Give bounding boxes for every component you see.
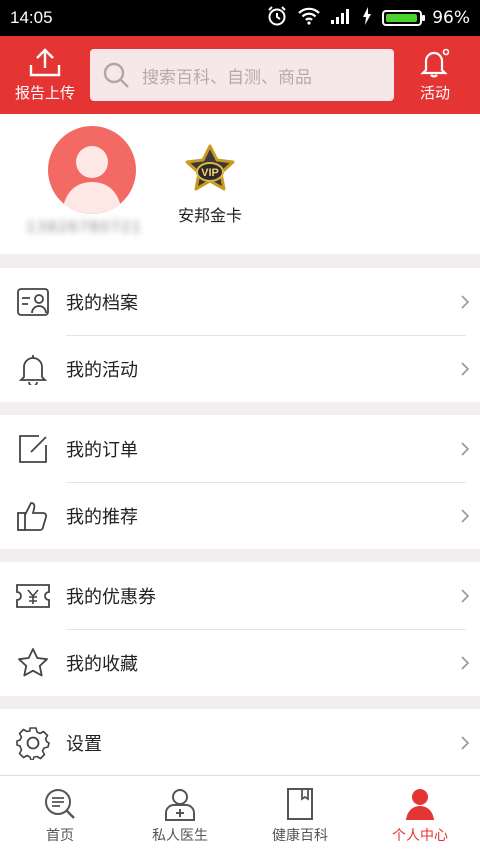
search-input[interactable]: 搜索百科、自测、商品 <box>90 49 394 101</box>
menu-group-settings: 设置 <box>0 709 480 776</box>
chevron-right-icon <box>450 655 480 671</box>
menu-item-my-orders[interactable]: 我的订单 <box>0 415 480 482</box>
search-placeholder: 搜索百科、自测、商品 <box>142 67 312 88</box>
profile-card: 13826780721 VIP 安邦金卡 <box>0 114 480 254</box>
doctor-icon <box>165 789 195 821</box>
search-list-icon <box>45 789 75 819</box>
status-bar: 14:05 96% <box>0 0 480 36</box>
profile-card-icon <box>0 287 66 317</box>
menu-item-my-coupons[interactable]: 我的优惠券 <box>0 562 480 629</box>
bell-dot-icon <box>420 48 450 77</box>
menu-item-label: 我的订单 <box>66 439 138 461</box>
activity-button[interactable]: 活动 <box>394 36 476 114</box>
menu-item-my-activities[interactable]: 我的活动 <box>0 335 480 402</box>
activity-label: 活动 <box>419 83 450 102</box>
battery-icon <box>382 10 426 26</box>
battery-fill <box>386 14 417 22</box>
bell-icon <box>0 353 66 385</box>
battery-percent: 96% <box>432 8 470 28</box>
menu-group-profile: 我的档案 我的活动 <box>0 268 480 402</box>
user-avatar-icon <box>62 146 122 214</box>
edit-order-icon <box>0 433 66 465</box>
avatar[interactable] <box>48 126 136 214</box>
charging-icon <box>362 6 372 30</box>
tab-label: 健康百科 <box>272 828 328 844</box>
person-icon <box>406 789 434 820</box>
tab-home[interactable]: 首页 <box>0 776 120 856</box>
menu-item-label: 设置 <box>66 733 102 755</box>
menu-item-label: 我的档案 <box>66 292 138 314</box>
app-header: 报告上传 搜索百科、自测、商品 活动 <box>0 36 480 114</box>
alarm-icon <box>266 5 288 32</box>
chevron-right-icon <box>450 588 480 604</box>
tab-health-wiki[interactable]: 健康百科 <box>240 776 360 856</box>
user-phone: 13826780721 <box>26 218 142 236</box>
thumbs-up-icon <box>0 500 66 532</box>
star-icon <box>0 647 66 679</box>
menu-item-label: 我的优惠券 <box>66 586 156 608</box>
menu-item-settings[interactable]: 设置 <box>0 709 480 776</box>
menu-item-label: 我的活动 <box>66 359 138 381</box>
menu-group-orders: 我的订单 我的推荐 <box>0 415 480 549</box>
book-icon <box>287 788 313 820</box>
menu-item-label: 我的推荐 <box>66 506 138 528</box>
chevron-right-icon <box>450 735 480 751</box>
vip-badge-text: VIP <box>201 167 219 179</box>
upload-report-button[interactable]: 报告上传 <box>0 36 90 114</box>
gear-icon <box>0 726 66 760</box>
chevron-right-icon <box>450 441 480 457</box>
status-time: 14:05 <box>10 8 53 27</box>
tab-label: 私人医生 <box>152 828 208 844</box>
signal-icon <box>330 7 352 30</box>
member-level: 安邦金卡 <box>177 206 242 225</box>
wifi-icon <box>298 7 320 30</box>
chevron-right-icon <box>450 361 480 377</box>
coupon-icon <box>0 582 66 610</box>
chevron-right-icon <box>450 294 480 310</box>
menu-item-my-recommendations[interactable]: 我的推荐 <box>0 482 480 549</box>
vip-star-badge-icon: VIP <box>185 144 235 191</box>
search-icon <box>103 62 129 88</box>
menu-item-label: 我的收藏 <box>66 653 138 675</box>
tab-private-doctor[interactable]: 私人医生 <box>120 776 240 856</box>
chevron-right-icon <box>450 508 480 524</box>
tab-personal-center[interactable]: 个人中心 <box>360 776 480 856</box>
menu-item-my-profile[interactable]: 我的档案 <box>0 268 480 335</box>
vip-membership[interactable]: VIP 安邦金卡 <box>170 144 250 226</box>
menu-item-my-favorites[interactable]: 我的收藏 <box>0 629 480 696</box>
bottom-tab-bar: 首页 私人医生 健康百科 个人中心 <box>0 775 480 856</box>
tab-label: 个人中心 <box>392 828 448 844</box>
tab-label: 首页 <box>46 828 74 844</box>
status-icons: 96% <box>266 5 470 32</box>
upload-icon <box>29 47 61 76</box>
menu-group-coupons: 我的优惠券 我的收藏 <box>0 562 480 696</box>
upload-report-label: 报告上传 <box>14 83 75 102</box>
